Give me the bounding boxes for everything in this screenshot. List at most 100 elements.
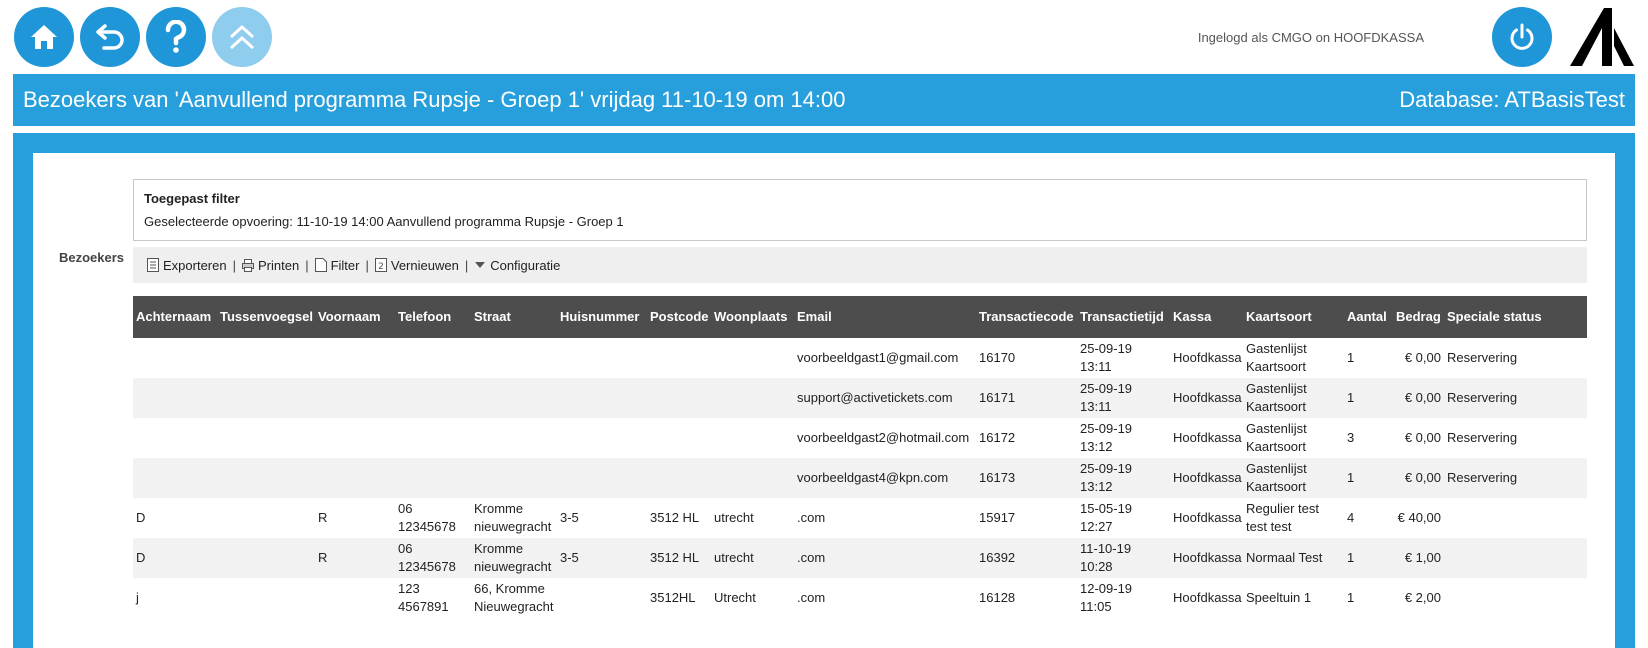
table-cell	[711, 418, 794, 458]
configuration-label: Configuratie	[490, 257, 561, 273]
column-header[interactable]: Kaartsoort	[1243, 296, 1344, 338]
configuration-dropdown[interactable]: Configuratie	[474, 258, 560, 273]
table-cell	[217, 458, 315, 498]
column-header[interactable]: Bedrag	[1393, 296, 1444, 338]
toolbar-separator: |	[365, 257, 369, 273]
table-cell: Regulier test test test	[1243, 498, 1344, 538]
table-row[interactable]: j 123 4567891 66, Kromme Nieuwegracht 3512H…	[133, 578, 1587, 618]
double-chevron-up-icon	[229, 25, 255, 50]
refresh-button[interactable]: 2 Vernieuwen	[374, 257, 459, 273]
table-cell	[133, 418, 217, 458]
column-header[interactable]: Email	[794, 296, 976, 338]
table-cell: voorbeeldgast4@kpn.com	[794, 458, 976, 498]
back-button[interactable]	[80, 7, 140, 67]
table-row[interactable]: voorbeeldgast4@kpn.com 16173 25-09-19 13:1…	[133, 458, 1587, 498]
table-cell: 3-5	[557, 538, 647, 578]
table-cell: 16173	[976, 458, 1077, 498]
print-label: Printen	[257, 257, 300, 273]
column-header[interactable]: Huisnummer	[557, 296, 647, 338]
table-cell: Reservering	[1444, 338, 1587, 378]
column-header[interactable]: Straat	[471, 296, 557, 338]
content-panel: Toegepast filter Geselecteerde opvoering…	[33, 153, 1615, 648]
table-row[interactable]: voorbeeldgast2@hotmail.com 16172 25-09-19 …	[133, 418, 1587, 458]
table-cell: 25-09-19 13:12	[1077, 418, 1170, 458]
table-cell: 3-5	[557, 498, 647, 538]
column-header[interactable]: Voornaam	[315, 296, 395, 338]
column-header[interactable]: Tussenvoegsel	[217, 296, 315, 338]
home-button[interactable]	[14, 7, 74, 67]
table-cell: Reservering	[1444, 418, 1587, 458]
home-icon	[31, 25, 57, 49]
export-button[interactable]: Exporteren	[147, 258, 227, 273]
question-icon	[165, 20, 187, 53]
filter-button[interactable]: Filter	[314, 258, 359, 273]
column-header[interactable]: Achternaam	[133, 296, 217, 338]
table-row[interactable]: D R 06 12345678 Kromme nieuwegracht 3-5 3512 …	[133, 538, 1587, 578]
table-cell	[133, 338, 217, 378]
table-cell: 1	[1344, 458, 1393, 498]
column-header[interactable]: Transactietijd	[1077, 296, 1170, 338]
table-cell	[1444, 498, 1587, 538]
logout-button[interactable]	[1492, 7, 1552, 67]
table-cell: 11-10-19 10:28	[1077, 538, 1170, 578]
toolbar-separator: |	[305, 257, 309, 273]
table-cell: 1	[1344, 338, 1393, 378]
table-cell: 16170	[976, 338, 1077, 378]
table-cell	[395, 378, 471, 418]
table-cell: Hoofdkassa	[1170, 378, 1243, 418]
undo-icon	[96, 24, 124, 50]
table-row[interactable]: D R 06 12345678 Kromme nieuwegracht 3-5 3512 …	[133, 498, 1587, 538]
table-row[interactable]: voorbeeldgast1@gmail.com 16170 25-09-19 13…	[133, 338, 1587, 378]
table-cell: utrecht	[711, 498, 794, 538]
table-cell: Kromme nieuwegracht	[471, 498, 557, 538]
scroll-up-button[interactable]	[212, 7, 272, 67]
table-cell: utrecht	[711, 538, 794, 578]
column-header[interactable]: Woonplaats	[711, 296, 794, 338]
table-cell	[133, 458, 217, 498]
svg-text:2: 2	[378, 262, 384, 272]
column-header[interactable]: Telefoon	[395, 296, 471, 338]
filter-text: Geselecteerde opvoering: 11-10-19 14:00 …	[144, 214, 624, 229]
table-cell	[217, 338, 315, 378]
table-cell	[133, 378, 217, 418]
table-cell: 25-09-19 13:12	[1077, 458, 1170, 498]
caret-down-icon	[475, 262, 486, 268]
table-cell	[395, 458, 471, 498]
table-cell: € 40,00	[1393, 498, 1444, 538]
table-cell: R	[315, 498, 395, 538]
help-button[interactable]	[146, 7, 206, 67]
table-cell: 4	[1344, 498, 1393, 538]
table-cell: Reservering	[1444, 378, 1587, 418]
table-cell	[1444, 578, 1587, 618]
table-cell: 16128	[976, 578, 1077, 618]
document-icon	[314, 258, 327, 272]
table-toolbar: Exporteren | Printen | Filter | 2 Vernie…	[133, 247, 1587, 283]
top-navigation: Ingelogd als CMGO on HOOFDKASSA	[0, 0, 1648, 72]
page-title: Bezoekers van 'Aanvullend programma Rups…	[23, 87, 846, 112]
applied-filter-box: Toegepast filter Geselecteerde opvoering…	[133, 179, 1587, 241]
table-cell	[217, 538, 315, 578]
power-icon	[1510, 23, 1534, 50]
table-cell	[315, 378, 395, 418]
table-cell	[647, 338, 711, 378]
table-cell: € 0,00	[1393, 378, 1444, 418]
table-cell: € 0,00	[1393, 418, 1444, 458]
refresh-label: Vernieuwen	[390, 257, 459, 273]
table-cell: Gastenlijst Kaartsoort	[1243, 458, 1344, 498]
table-header-row: Achternaam Tussenvoegsel Voornaam Telefo…	[133, 296, 1587, 338]
table-cell: Kromme nieuwegracht	[471, 538, 557, 578]
table-cell: 3512 HL	[647, 538, 711, 578]
column-header[interactable]: Transactiecode	[976, 296, 1077, 338]
table-cell: R	[315, 538, 395, 578]
column-header[interactable]: Postcode	[647, 296, 711, 338]
table-cell: 3512HL	[647, 578, 711, 618]
table-cell	[1444, 538, 1587, 578]
table-cell: 16171	[976, 378, 1077, 418]
column-header[interactable]: Speciale status	[1444, 296, 1587, 338]
table-cell: Hoofdkassa	[1170, 498, 1243, 538]
table-row[interactable]: support@activetickets.com 16171 25-09-19 1…	[133, 378, 1587, 418]
column-header[interactable]: Aantal	[1344, 296, 1393, 338]
table-cell	[471, 338, 557, 378]
print-button[interactable]: Printen	[241, 257, 300, 273]
column-header[interactable]: Kassa	[1170, 296, 1243, 338]
